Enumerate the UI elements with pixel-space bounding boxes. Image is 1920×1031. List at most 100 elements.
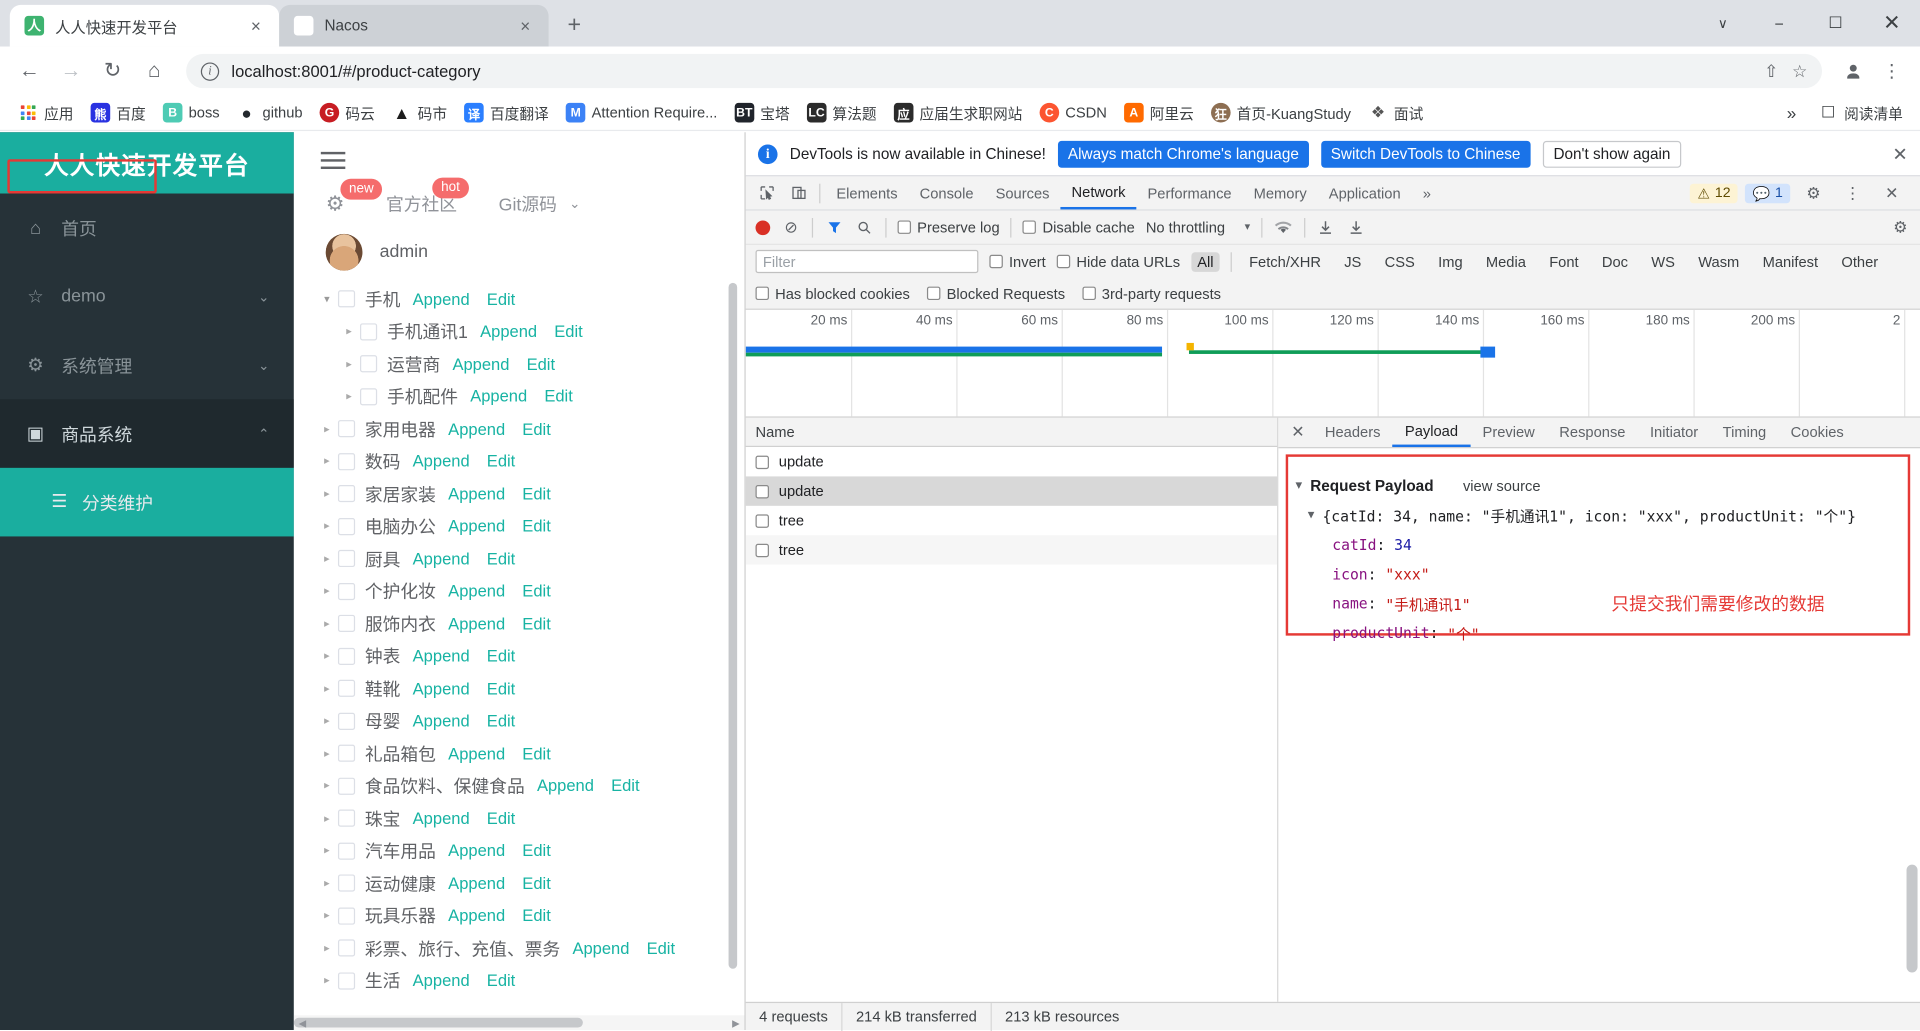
tree-node[interactable]: ▸ 手机配件 Append Edit xyxy=(294,380,745,412)
request-list-header[interactable]: Name xyxy=(745,417,1278,448)
view-source-link[interactable]: view source xyxy=(1463,478,1541,495)
tree-expand-icon[interactable]: ▸ xyxy=(316,649,338,662)
tree-checkbox[interactable] xyxy=(337,972,356,990)
detail-tab-payload[interactable]: Payload xyxy=(1392,418,1471,448)
tree-node[interactable]: ▸ 手机通讯1 Append Edit xyxy=(294,315,745,347)
tab-close-icon[interactable]: × xyxy=(245,15,267,37)
scroll-right-icon[interactable]: ▶ xyxy=(727,1015,744,1030)
resource-type-doc[interactable]: Doc xyxy=(1596,252,1634,272)
reading-list-button[interactable]: ☐ 阅读清单 xyxy=(1811,99,1910,127)
disclosure-triangle-icon[interactable]: ▼ xyxy=(1296,480,1311,492)
payload-section-header[interactable]: ▼ Request Payload view source xyxy=(1296,472,1920,501)
settings-widget[interactable]: ⚙ new xyxy=(326,178,383,216)
switch-devtools-language-button[interactable]: Switch DevTools to Chinese xyxy=(1320,140,1531,168)
tree-expand-icon[interactable]: ▸ xyxy=(316,909,338,922)
checkbox[interactable] xyxy=(927,286,941,301)
detail-tab-headers[interactable]: Headers xyxy=(1313,418,1393,447)
append-button[interactable]: Append xyxy=(413,679,470,697)
tree-checkbox[interactable] xyxy=(337,874,356,892)
edit-button[interactable]: Edit xyxy=(522,517,550,535)
tree-checkbox[interactable] xyxy=(337,582,356,600)
request-checkbox[interactable] xyxy=(755,454,769,469)
payload-summary-row[interactable]: ▼ {catId: 34, name: "手机通讯1", icon: "xxx"… xyxy=(1296,501,1920,530)
address-bar[interactable]: i localhost:8001/#/product-category ⇧ ☆ xyxy=(186,53,1823,89)
tree-checkbox[interactable] xyxy=(337,939,356,957)
dont-show-again-button[interactable]: Don't show again xyxy=(1542,140,1682,168)
tree-node[interactable]: ▸ 母婴 Append Edit xyxy=(294,705,745,737)
append-button[interactable]: Append xyxy=(572,939,629,957)
tree-node[interactable]: ▸ 食品饮料、保健食品 Append Edit xyxy=(294,770,745,802)
search-icon[interactable] xyxy=(855,217,875,237)
filter-input[interactable]: Filter xyxy=(755,249,979,274)
tree-checkbox[interactable] xyxy=(360,355,378,373)
clear-button[interactable]: ⊘ xyxy=(781,217,801,237)
network-conditions-icon[interactable] xyxy=(1273,217,1293,237)
import-har-icon[interactable] xyxy=(1316,217,1336,237)
edit-button[interactable]: Edit xyxy=(611,777,639,795)
sidebar-subitem-category[interactable]: ☰ 分类维护 xyxy=(0,467,294,537)
append-button[interactable]: Append xyxy=(448,485,505,503)
resource-type-manifest[interactable]: Manifest xyxy=(1756,252,1824,272)
bookmark-cloudflare[interactable]: M Attention Require... xyxy=(559,99,725,126)
browser-tab-0[interactable]: 人 人人快速开发平台 × xyxy=(9,4,280,47)
edit-button[interactable]: Edit xyxy=(487,679,515,697)
append-button[interactable]: Append xyxy=(448,420,505,438)
tree-node[interactable]: ▸ 鞋靴 Append Edit xyxy=(294,672,745,704)
bookmark-baidu[interactable]: 熊 百度 xyxy=(83,99,153,127)
preserve-log-checkbox[interactable]: Preserve log xyxy=(897,219,1000,236)
edit-button[interactable]: Edit xyxy=(527,355,555,373)
tree-node[interactable]: ▸ 礼品箱包 Append Edit xyxy=(294,737,745,769)
tree-checkbox[interactable] xyxy=(337,290,356,308)
device-toolbar-icon[interactable] xyxy=(782,177,814,209)
tree-node[interactable]: ▸ 个护化妆 Append Edit xyxy=(294,575,745,607)
tree-node[interactable]: ▸ 厨具 Append Edit xyxy=(294,543,745,575)
tree-expand-icon[interactable]: ▸ xyxy=(316,974,338,987)
maximize-icon[interactable]: ☐ xyxy=(1807,0,1863,47)
bookmark-bt[interactable]: BT 宝塔 xyxy=(727,99,797,127)
append-button[interactable]: Append xyxy=(413,972,470,990)
detail-tab-preview[interactable]: Preview xyxy=(1470,418,1547,447)
tree-expand-icon[interactable]: ▸ xyxy=(316,682,338,695)
bookmark-kuangstudy[interactable]: 狂 首页-KuangStudy xyxy=(1204,99,1359,127)
tree-checkbox[interactable] xyxy=(337,744,356,763)
resource-type-font[interactable]: Font xyxy=(1543,252,1585,272)
throttling-select[interactable]: No throttling ▾ xyxy=(1146,219,1250,236)
tree-node[interactable]: ▸ 汽车用品 Append Edit xyxy=(294,835,745,867)
resource-type-all[interactable]: All xyxy=(1191,251,1220,272)
tab-close-icon[interactable]: × xyxy=(514,15,536,37)
bookmark-boss[interactable]: B boss xyxy=(156,99,227,126)
tree-expand-icon[interactable]: ▸ xyxy=(316,877,338,890)
append-button[interactable]: Append xyxy=(448,874,505,892)
resource-type-fetchxhr[interactable]: Fetch/XHR xyxy=(1243,252,1327,272)
network-overview-timeline[interactable]: 20 ms 40 ms 60 ms 80 ms 100 ms 120 ms 140 ms 16… xyxy=(745,309,1920,418)
detail-tab-response[interactable]: Response xyxy=(1547,418,1638,447)
tree-checkbox[interactable] xyxy=(360,323,378,341)
append-button[interactable]: Append xyxy=(448,744,505,762)
tabs-overflow-icon[interactable]: » xyxy=(1412,176,1442,209)
bookmark-csdn[interactable]: C CSDN xyxy=(1032,99,1114,126)
request-row[interactable]: tree xyxy=(746,506,1277,535)
resource-type-wasm[interactable]: Wasm xyxy=(1692,252,1745,272)
user-row[interactable]: admin xyxy=(294,217,745,278)
append-button[interactable]: Append xyxy=(413,809,470,827)
edit-button[interactable]: Edit xyxy=(522,582,550,600)
menu-icon[interactable] xyxy=(294,132,745,174)
tree-expand-icon[interactable]: ▸ xyxy=(316,520,338,533)
has-blocked-cookies-checkbox[interactable]: Has blocked cookies xyxy=(755,285,910,302)
filter-icon[interactable] xyxy=(824,217,844,237)
invert-checkbox[interactable]: Invert xyxy=(989,253,1046,270)
append-button[interactable]: Append xyxy=(448,615,505,633)
checkbox[interactable] xyxy=(989,254,1003,269)
edit-button[interactable]: Edit xyxy=(522,874,550,892)
resource-type-other[interactable]: Other xyxy=(1835,252,1884,272)
edit-button[interactable]: Edit xyxy=(522,615,550,633)
tree-expand-icon[interactable]: ▸ xyxy=(316,552,338,565)
tree-node[interactable]: ▸ 珠宝 Append Edit xyxy=(294,802,745,834)
append-button[interactable]: Append xyxy=(470,387,527,405)
append-button[interactable]: Append xyxy=(413,550,470,568)
edit-button[interactable]: Edit xyxy=(522,420,550,438)
bookmark-apps[interactable]: 应用 xyxy=(11,99,81,127)
inspect-element-icon[interactable] xyxy=(751,177,783,209)
resource-type-ws[interactable]: WS xyxy=(1645,252,1681,272)
browser-menu-icon[interactable]: ⋮ xyxy=(1873,53,1910,90)
